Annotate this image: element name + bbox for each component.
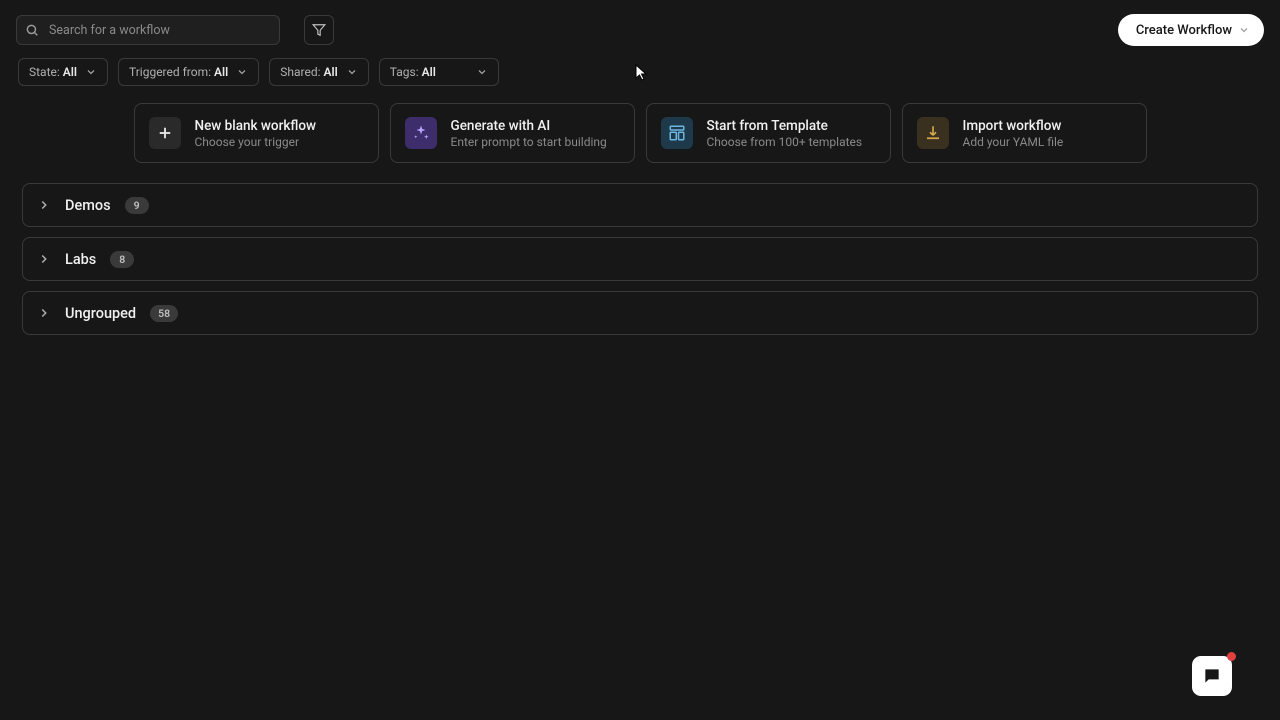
create-workflow-button[interactable]: Create Workflow [1118,14,1264,46]
chevron-right-icon [37,252,51,266]
chat-icon [1202,666,1222,686]
chevron-down-icon [236,66,248,78]
card-new-blank-workflow[interactable]: New blank workflow Choose your trigger [134,103,379,163]
group-name: Labs [65,251,96,268]
funnel-icon [312,23,326,37]
search-wrapper [16,15,280,45]
chevron-down-icon [1238,24,1250,36]
chevron-down-icon [85,66,97,78]
search-input[interactable] [16,15,280,45]
group-labs[interactable]: Labs 8 [22,237,1258,281]
card-subtitle: Enter prompt to start building [451,135,607,149]
create-workflow-label: Create Workflow [1136,23,1232,38]
card-title: Import workflow [963,118,1064,134]
chevron-right-icon [37,198,51,212]
card-title: New blank workflow [195,118,317,134]
filter-triggered-from[interactable]: Triggered from: All [118,58,259,86]
filter-tags[interactable]: Tags: All [379,58,499,86]
filter-toggle-button[interactable] [304,15,334,45]
group-count-badge: 58 [150,305,178,322]
group-count-badge: 8 [110,251,134,268]
chevron-right-icon [37,306,51,320]
filter-triggered-label: Triggered from: All [129,65,228,79]
filter-shared[interactable]: Shared: All [269,58,369,86]
chat-support-button[interactable] [1192,656,1232,696]
search-icon [25,23,39,37]
plus-icon [149,117,181,149]
filter-state-label: State: All [29,65,77,79]
group-ungrouped[interactable]: Ungrouped 58 [22,291,1258,335]
card-subtitle: Add your YAML file [963,135,1064,149]
card-title: Generate with AI [451,118,607,134]
filter-shared-label: Shared: All [280,65,338,79]
card-start-from-template[interactable]: Start from Template Choose from 100+ tem… [646,103,891,163]
group-demos[interactable]: Demos 9 [22,183,1258,227]
group-name: Demos [65,197,111,214]
chevron-down-icon [346,66,358,78]
filter-tags-label: Tags: All [390,65,436,79]
card-generate-with-ai[interactable]: Generate with AI Enter prompt to start b… [390,103,635,163]
template-grid-icon [661,117,693,149]
download-icon [917,117,949,149]
chevron-down-icon [476,66,488,78]
card-subtitle: Choose from 100+ templates [707,135,863,149]
card-title: Start from Template [707,118,863,134]
filter-state[interactable]: State: All [18,58,108,86]
group-count-badge: 9 [125,197,149,214]
card-subtitle: Choose your trigger [195,135,317,149]
group-name: Ungrouped [65,305,136,322]
card-import-workflow[interactable]: Import workflow Add your YAML file [902,103,1147,163]
sparkle-icon [405,117,437,149]
